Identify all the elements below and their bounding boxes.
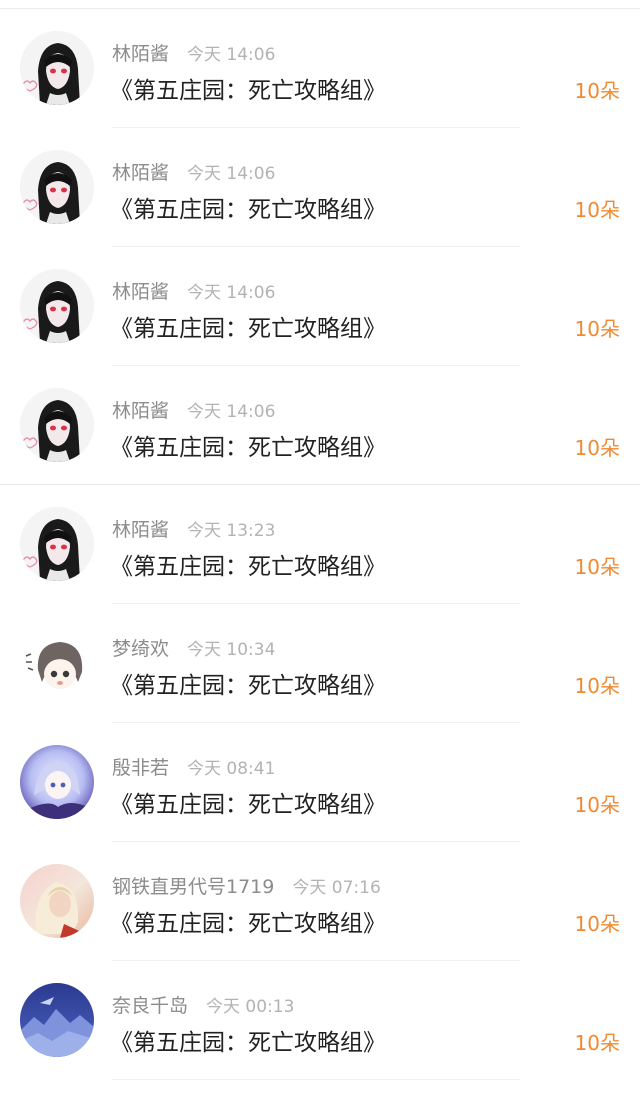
record-meta: 林陌酱 今天 14:06 (112, 158, 275, 184)
timestamp: 今天 08:41 (187, 758, 276, 779)
flower-count: 10朵 (574, 555, 620, 579)
username[interactable]: 林陌酱 (112, 39, 169, 66)
timestamp: 今天 14:06 (187, 163, 276, 184)
flower-count: 10朵 (574, 79, 620, 103)
timestamp: 今天 14:06 (187, 44, 276, 65)
book-title: 《第五庄园：死亡攻略组》 (110, 1030, 386, 1056)
gift-record-row[interactable]: 梦绮欢 今天 10:34 《第五庄园：死亡攻略组》 10朵 (0, 604, 640, 723)
timestamp: 今天 00:13 (206, 996, 295, 1017)
gift-record-row[interactable]: 林陌酱 今天 14:06 《第五庄园：死亡攻略组》 10朵 (0, 128, 640, 247)
book-title: 《第五庄园：死亡攻略组》 (110, 435, 386, 461)
gift-record-row[interactable]: 奈良千岛 今天 00:13 《第五庄园：死亡攻略组》 10朵 (0, 961, 640, 1080)
gift-record-row[interactable]: 殷非若 今天 08:41 《第五庄园：死亡攻略组》 10朵 (0, 723, 640, 842)
timestamp: 今天 10:34 (187, 639, 276, 660)
timestamp: 今天 07:16 (292, 877, 381, 898)
flower-count: 10朵 (574, 317, 620, 341)
book-title: 《第五庄园：死亡攻略组》 (110, 792, 386, 818)
gift-record-row[interactable]: 林陌酱 今天 14:06 《第五庄园：死亡攻略组》 10朵 (0, 247, 640, 366)
record-meta: 林陌酱 今天 14:06 (112, 39, 275, 65)
flower-count: 10朵 (574, 912, 620, 936)
record-meta: 殷非若 今天 08:41 (112, 753, 275, 779)
username[interactable]: 奈良千岛 (112, 991, 188, 1018)
username[interactable]: 林陌酱 (112, 158, 169, 185)
gift-record-row[interactable]: 钢铁直男代号1719 今天 07:16 《第五庄园：死亡攻略组》 10朵 (0, 842, 640, 961)
username[interactable]: 钢铁直男代号1719 (112, 872, 274, 899)
flower-count: 10朵 (574, 1031, 620, 1055)
anime-blonde-character-icon[interactable] (20, 864, 94, 938)
timestamp: 今天 13:23 (187, 520, 276, 541)
gift-record-row[interactable]: 林陌酱 今天 14:06 《第五庄园：死亡攻略组》 10朵 (0, 366, 640, 485)
anime-girl-dark-hair-icon[interactable] (20, 31, 94, 105)
anime-girl-dark-hair-icon[interactable] (20, 507, 94, 581)
anime-girl-blue-icon[interactable] (20, 745, 94, 819)
username[interactable]: 林陌酱 (112, 515, 169, 542)
record-meta: 林陌酱 今天 14:06 (112, 277, 275, 303)
record-meta: 林陌酱 今天 14:06 (112, 396, 275, 422)
book-title: 《第五庄园：死亡攻略组》 (110, 673, 386, 699)
book-title: 《第五庄园：死亡攻略组》 (110, 554, 386, 580)
flower-count: 10朵 (574, 436, 620, 460)
gift-record-row[interactable]: 林陌酱 今天 13:23 《第五庄园：死亡攻略组》 10朵 (0, 485, 640, 604)
username[interactable]: 梦绮欢 (112, 634, 169, 661)
anime-girl-dark-hair-icon[interactable] (20, 269, 94, 343)
record-meta: 梦绮欢 今天 10:34 (112, 634, 275, 660)
book-title: 《第五庄园：死亡攻略组》 (110, 911, 386, 937)
gift-record-list: 林陌酱 今天 14:06 《第五庄园：死亡攻略组》 10朵 林陌酱 今天 14:… (0, 9, 640, 1080)
gift-record-row[interactable]: 林陌酱 今天 14:06 《第五庄园：死亡攻略组》 10朵 (0, 9, 640, 128)
record-meta: 奈良千岛 今天 00:13 (112, 991, 294, 1017)
row-divider (112, 1079, 520, 1080)
blue-landscape-icon[interactable] (20, 983, 94, 1057)
username[interactable]: 林陌酱 (112, 277, 169, 304)
flower-count: 10朵 (574, 198, 620, 222)
anime-girl-dark-hair-icon[interactable] (20, 388, 94, 462)
timestamp: 今天 14:06 (187, 282, 276, 303)
username[interactable]: 殷非若 (112, 753, 169, 780)
chibi-character-icon[interactable] (20, 626, 94, 700)
anime-girl-dark-hair-icon[interactable] (20, 150, 94, 224)
timestamp: 今天 14:06 (187, 401, 276, 422)
book-title: 《第五庄园：死亡攻略组》 (110, 197, 386, 223)
book-title: 《第五庄园：死亡攻略组》 (110, 316, 386, 342)
book-title: 《第五庄园：死亡攻略组》 (110, 78, 386, 104)
username[interactable]: 林陌酱 (112, 396, 169, 423)
flower-count: 10朵 (574, 674, 620, 698)
record-meta: 林陌酱 今天 13:23 (112, 515, 275, 541)
flower-count: 10朵 (574, 793, 620, 817)
record-meta: 钢铁直男代号1719 今天 07:16 (112, 872, 381, 898)
